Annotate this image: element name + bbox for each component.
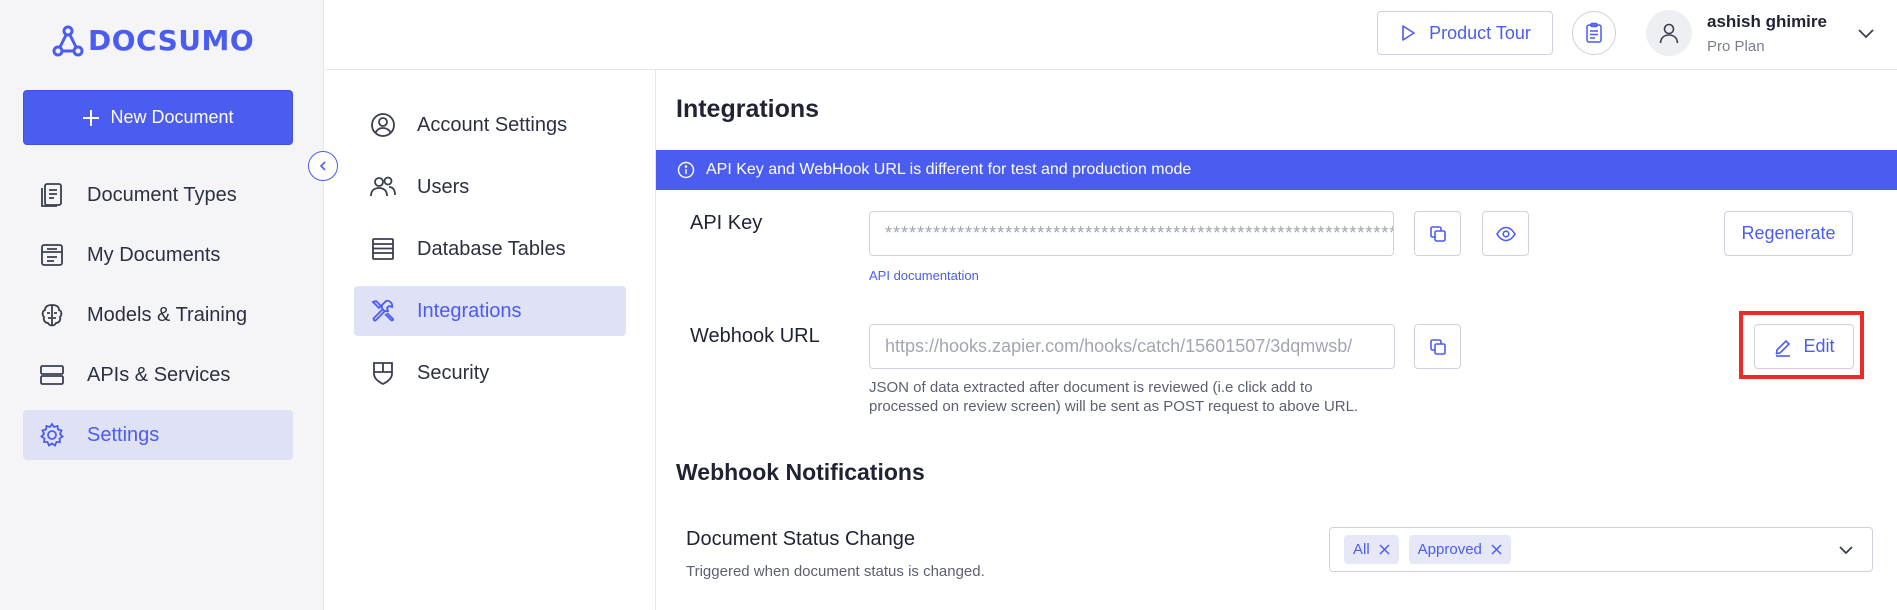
sidebar-item-label: Settings xyxy=(87,423,160,446)
user-plan: Pro Plan xyxy=(1707,38,1765,55)
multiselect-dropdown-toggle[interactable] xyxy=(1837,541,1855,559)
chevron-down-icon xyxy=(1858,29,1874,39)
docsumo-logo[interactable]: DOCSUMO xyxy=(52,24,254,57)
api-key-label: API Key xyxy=(690,212,763,234)
edit-webhook-button[interactable]: Edit xyxy=(1754,324,1854,369)
shield-icon xyxy=(368,358,398,388)
page-title: Integrations xyxy=(676,95,820,123)
pencil-icon xyxy=(1776,339,1791,357)
api-key-field[interactable]: ****************************************… xyxy=(869,211,1394,256)
tag-label: Approved xyxy=(1417,541,1482,558)
copy-api-key-button[interactable] xyxy=(1414,211,1461,256)
new-document-button[interactable]: New Document xyxy=(23,90,293,145)
table-icon xyxy=(368,234,398,264)
server-icon xyxy=(37,360,67,390)
toggle-api-key-visibility-button[interactable] xyxy=(1482,211,1529,256)
sidebar-item-models-training[interactable]: Models & Training xyxy=(23,290,293,340)
document-types-icon xyxy=(37,180,67,210)
gear-icon xyxy=(37,420,67,450)
sidebar-item-label: Models & Training xyxy=(87,303,248,326)
settings-item-label: Security xyxy=(417,361,490,384)
sidebar-item-apis-services[interactable]: APIs & Services xyxy=(23,350,293,400)
clipboard-button[interactable] xyxy=(1572,11,1616,55)
user-name: ashish ghimire xyxy=(1707,12,1827,31)
document-status-change-description: Triggered when document status is change… xyxy=(686,563,985,580)
chevron-left-icon xyxy=(319,161,326,171)
settings-item-label: Users xyxy=(417,175,470,198)
settings-nav: Account Settings Users Database Tables I… xyxy=(354,100,626,410)
collapse-sidebar-button[interactable] xyxy=(308,151,338,181)
eye-icon xyxy=(1495,226,1516,241)
play-icon xyxy=(1402,25,1415,41)
sidebar-nav: Document Types My Documents Models & Tra… xyxy=(23,170,293,470)
sidebar-item-label: APIs & Services xyxy=(87,363,231,386)
sidebar-item-settings[interactable]: Settings xyxy=(23,410,293,460)
chevron-down-icon xyxy=(1839,546,1853,555)
regenerate-button[interactable]: Regenerate xyxy=(1724,211,1853,256)
settings-item-label: Database Tables xyxy=(417,237,566,260)
users-icon xyxy=(368,172,398,202)
plus-icon xyxy=(83,109,100,126)
sidebar-item-label: My Documents xyxy=(87,243,221,266)
settings-item-label: Account Settings xyxy=(417,113,568,136)
copy-icon xyxy=(1429,225,1446,242)
status-tag-all: All xyxy=(1344,535,1399,564)
copy-webhook-url-button[interactable] xyxy=(1414,324,1461,369)
user-circle-icon xyxy=(368,110,398,140)
webhook-url-field[interactable]: https://hooks.zapier.com/hooks/catch/156… xyxy=(869,324,1395,369)
avatar[interactable] xyxy=(1646,10,1692,56)
tag-label: All xyxy=(1353,541,1370,558)
copy-icon xyxy=(1429,338,1446,355)
my-documents-icon xyxy=(37,240,67,270)
info-banner: API Key and WebHook URL is different for… xyxy=(656,150,1897,190)
webhook-notifications-heading: Webhook Notifications xyxy=(676,459,925,485)
document-status-change-title: Document Status Change xyxy=(686,528,916,550)
product-tour-button[interactable]: Product Tour xyxy=(1377,11,1553,55)
regenerate-label: Regenerate xyxy=(1741,223,1836,243)
settings-item-users[interactable]: Users xyxy=(354,162,626,212)
status-tag-approved: Approved xyxy=(1408,535,1511,564)
sidebar-item-label: Document Types xyxy=(87,183,237,206)
settings-item-label: Integrations xyxy=(417,299,522,322)
info-banner-text: API Key and WebHook URL is different for… xyxy=(706,161,1192,178)
product-tour-label: Product Tour xyxy=(1429,22,1531,43)
sidebar-item-my-documents[interactable]: My Documents xyxy=(23,230,293,280)
api-documentation-link[interactable]: API documentation xyxy=(869,268,979,283)
info-icon xyxy=(677,161,695,179)
brain-icon xyxy=(37,300,67,330)
webhook-help-line-1: JSON of data extracted after document is… xyxy=(869,379,1313,396)
webhook-help-text: JSON of data extracted after document is… xyxy=(869,378,1429,416)
webhook-help-line-2: processed on review screen) will be sent… xyxy=(869,398,1359,415)
settings-item-integrations[interactable]: Integrations xyxy=(354,286,626,336)
logo-text: DOCSUMO xyxy=(88,24,255,57)
settings-item-database-tables[interactable]: Database Tables xyxy=(354,224,626,274)
sidebar: DOCSUMO New Document Document Types My D… xyxy=(0,0,324,610)
close-icon[interactable] xyxy=(1379,544,1390,555)
document-status-multiselect[interactable]: All Approved xyxy=(1329,527,1873,572)
clipboard-icon xyxy=(1586,22,1602,43)
new-document-label: New Document xyxy=(110,107,234,127)
tools-icon xyxy=(368,296,398,326)
settings-item-account-settings[interactable]: Account Settings xyxy=(354,100,626,150)
user-menu-toggle[interactable] xyxy=(1856,23,1876,43)
edit-label: Edit xyxy=(1803,336,1835,356)
user-icon xyxy=(1659,23,1679,44)
logo-icon xyxy=(52,25,84,56)
webhook-url-label: Webhook URL xyxy=(690,325,820,347)
close-icon[interactable] xyxy=(1491,544,1502,555)
settings-item-security[interactable]: Security xyxy=(354,348,626,398)
sidebar-item-document-types[interactable]: Document Types xyxy=(23,170,293,220)
